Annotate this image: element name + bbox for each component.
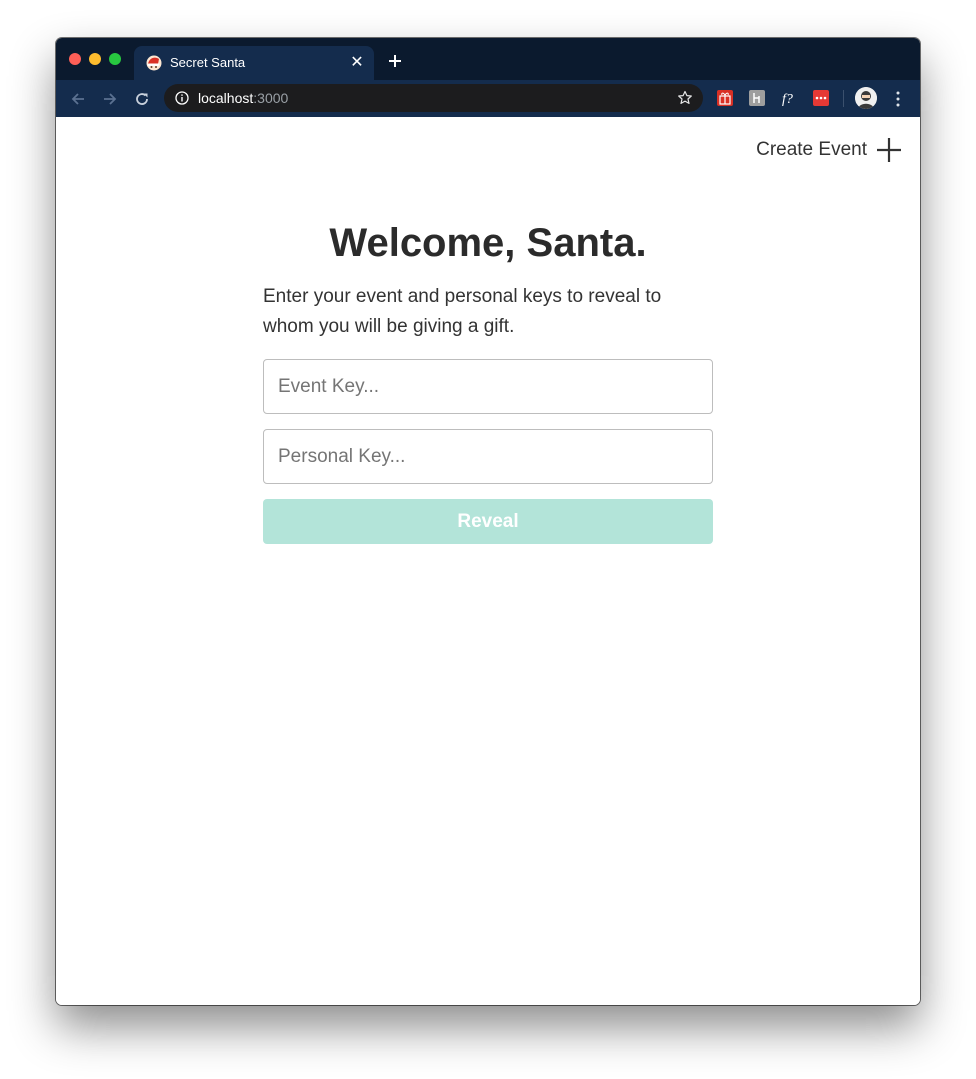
reload-icon[interactable]	[132, 89, 152, 109]
personal-key-input[interactable]	[263, 429, 713, 484]
plus-icon	[877, 138, 901, 162]
profile-avatar[interactable]	[855, 87, 877, 109]
maximize-window-button[interactable]	[109, 53, 121, 65]
browser-window: Secret Santa ✕ localhost:3000 f? Create …	[56, 38, 920, 1005]
extension-gift-icon[interactable]	[717, 90, 733, 106]
bookmark-star-icon[interactable]	[677, 90, 693, 106]
url-text[interactable]: localhost:3000	[198, 90, 288, 106]
new-tab-icon[interactable]	[386, 52, 404, 70]
forward-arrow-icon[interactable]	[100, 89, 120, 109]
santa-hat-icon	[146, 55, 162, 71]
page-content: Create Event Welcome, Santa. Enter your …	[56, 117, 920, 1005]
reveal-button[interactable]: Reveal	[263, 499, 713, 544]
tab-title: Secret Santa	[170, 55, 246, 70]
extension-font-icon[interactable]	[749, 90, 765, 106]
page-title: Welcome, Santa.	[329, 221, 647, 265]
back-arrow-icon[interactable]	[68, 89, 88, 109]
gift-icon	[719, 92, 731, 105]
browser-toolbar: localhost:3000 f?	[56, 80, 920, 117]
tab-secret-santa[interactable]: Secret Santa ✕	[134, 46, 374, 80]
kebab-menu-icon[interactable]	[892, 90, 904, 108]
url-host: localhost	[198, 90, 254, 106]
address-bar[interactable]: localhost:3000	[164, 84, 703, 112]
create-event-label: Create Event	[756, 139, 867, 160]
letter-h-icon	[753, 93, 760, 103]
dots-icon	[815, 96, 827, 100]
svg-text:f?: f?	[782, 92, 793, 106]
tab-strip: Secret Santa ✕	[56, 38, 920, 80]
info-icon[interactable]	[175, 91, 189, 105]
extension-whatfont-icon[interactable]: f?	[781, 90, 797, 107]
minimize-window-button[interactable]	[89, 53, 101, 65]
whatfont-icon: f?	[782, 92, 793, 107]
extension-password-icon[interactable]	[813, 90, 829, 106]
toolbar-divider	[843, 90, 844, 107]
close-icon[interactable]: ✕	[348, 54, 366, 72]
event-key-input[interactable]	[263, 359, 713, 414]
avatar-icon	[855, 87, 877, 109]
close-window-button[interactable]	[69, 53, 81, 65]
instructions-text: Enter your event and personal keys to re…	[263, 286, 662, 337]
url-port: :3000	[253, 90, 289, 106]
create-event-link[interactable]: Create Event	[756, 137, 902, 163]
